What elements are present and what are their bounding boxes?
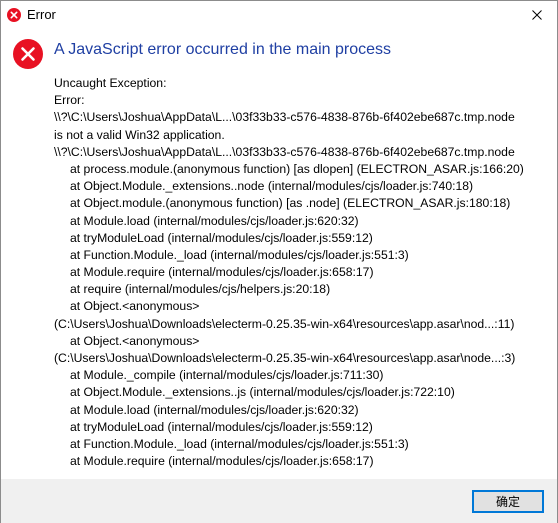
message-line: (C:\Users\Joshua\Downloads\electerm-0.25… [54, 351, 516, 365]
message-line: at Module.require (internal/modules/cjs/… [70, 454, 374, 469]
message-line: Error: [54, 93, 85, 108]
window-title: Error [27, 7, 56, 22]
message-line: \\?\C:\Users\Joshua\AppData\L...\03f33b3… [54, 110, 515, 125]
message-line: (C:\Users\Joshua\Downloads\electerm-0.25… [54, 316, 515, 331]
message-line: at tryModuleLoad (internal/modules/cjs/l… [70, 230, 373, 245]
dialog-content: A JavaScript error occurred in the main … [1, 29, 557, 479]
error-icon [13, 39, 43, 69]
message-line: at tryModuleLoad (internal/modules/cjs/l… [70, 419, 373, 434]
message-line: at Object.Module._extensions..node (inte… [70, 179, 474, 194]
error-icon [7, 8, 21, 22]
close-button[interactable] [517, 1, 557, 29]
error-heading: A JavaScript error occurred in the main … [54, 41, 392, 58]
dialog-footer: 确定 [1, 479, 557, 523]
message-line: at require (internal/modules/cjs/helpers… [70, 282, 331, 297]
message-line: at Module.require (internal/modules/cjs/… [70, 265, 374, 280]
message-line: at Object.<anonymous> [70, 299, 200, 314]
message-line: at Module.load (internal/modules/cjs/loa… [70, 213, 359, 228]
ok-button[interactable]: 确定 [472, 490, 544, 513]
close-icon [532, 10, 542, 20]
message-line: at Function.Module._load (internal/modul… [70, 247, 409, 262]
message-line: at Object.Module._extensions..js (intern… [70, 385, 455, 400]
message-line: at Object.<anonymous> [70, 333, 200, 348]
message-line: at Object.module.(anonymous function) [a… [70, 196, 511, 211]
message-line: at process.module.(anonymous function) [… [70, 161, 524, 176]
message-line: \\?\C:\Users\Joshua\AppData\L...\03f33b3… [54, 144, 515, 159]
error-message: Uncaught Exception: Error: \\?\C:\Users\Jo… [54, 75, 554, 470]
error-dialog-window: Error A JavaScript error occurred in the… [0, 0, 558, 523]
message-line: at Module.load (internal/modules/cjs/loa… [70, 402, 359, 417]
message-line: Uncaught Exception: [54, 76, 167, 90]
title-bar[interactable]: Error [1, 1, 557, 29]
message-line: is not a valid Win32 application. [54, 127, 225, 142]
message-line: at Module._compile (internal/modules/cjs… [70, 368, 384, 383]
message-line: at Function.Module._load (internal/modul… [70, 436, 409, 451]
